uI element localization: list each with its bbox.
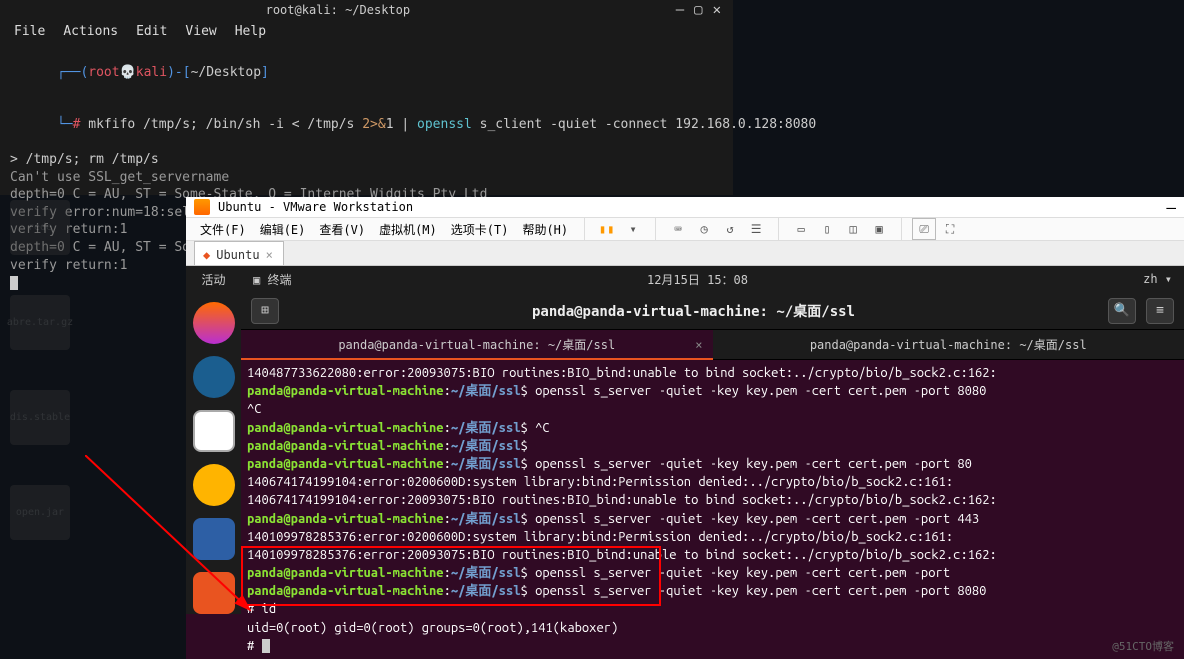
gnome-terminal-header: ⊞ panda@panda-virtual-machine: ~/桌面/ssl …	[241, 292, 1184, 330]
search-icon[interactable]: 🔍	[1108, 298, 1136, 324]
pause-icon[interactable]: ▮▮	[595, 218, 619, 240]
menu-file[interactable]: 文件(F)	[194, 221, 252, 238]
clock[interactable]: 12月15日 15：08	[303, 271, 1092, 288]
kali-output: Can't use SSL_get_servername	[10, 169, 723, 187]
lang-indicator[interactable]: zh ▾	[1092, 272, 1172, 286]
layout2-icon[interactable]: ▯	[815, 218, 839, 240]
layout3-icon[interactable]: ◫	[841, 218, 865, 240]
menu-tabs[interactable]: 选项卡(T)	[445, 221, 515, 238]
vmware-logo-icon	[194, 199, 210, 215]
minimize-icon[interactable]: —	[676, 2, 684, 18]
ubuntu-launcher	[186, 292, 241, 614]
thunderbird-icon[interactable]	[193, 356, 235, 398]
layout1-icon[interactable]: ▭	[789, 218, 813, 240]
send-key-icon[interactable]: ⌨	[666, 218, 690, 240]
terminal-tab-1[interactable]: panda@panda-virtual-machine: ~/桌面/ssl ×	[241, 330, 713, 359]
tab-close-icon[interactable]: ×	[266, 248, 273, 262]
desktop-icon[interactable]: abre.tar.gz	[10, 295, 70, 350]
manage-icon[interactable]: ☰	[744, 218, 768, 240]
writer-icon[interactable]	[193, 518, 235, 560]
fullscreen-icon[interactable]: ⛶	[938, 218, 962, 240]
kali-window-title: root@kali: ~/Desktop	[0, 3, 676, 17]
gnome-terminal-content[interactable]: 140487733622080:error:20093075:BIO routi…	[241, 360, 1184, 659]
gnome-terminal-tabs: panda@panda-virtual-machine: ~/桌面/ssl × …	[241, 330, 1184, 360]
vmware-tab-ubuntu[interactable]: ◆ Ubuntu ×	[194, 241, 284, 265]
menu-help[interactable]: 帮助(H)	[516, 221, 574, 238]
software-icon[interactable]	[193, 572, 235, 614]
layout4-icon[interactable]: ▣	[867, 218, 891, 240]
rhythmbox-icon[interactable]	[193, 464, 235, 506]
hamburger-icon[interactable]: ≡	[1146, 298, 1174, 324]
menu-edit[interactable]: 编辑(E)	[254, 221, 312, 238]
revert-icon[interactable]: ↺	[718, 218, 742, 240]
minimize-icon[interactable]: —	[1166, 198, 1176, 217]
watermark: @51CTO博客	[1112, 638, 1174, 654]
vmware-title: Ubuntu - VMware Workstation	[218, 200, 413, 214]
activities-button[interactable]: 活动	[186, 266, 241, 292]
ubuntu-screen: 活动 ▣ 终端 12月15日 15：08 zh ▾ ⊞ panda@panda-…	[186, 266, 1184, 659]
vmware-titlebar[interactable]: Ubuntu - VMware Workstation —	[186, 197, 1184, 218]
terminal-title: panda@panda-virtual-machine: ~/桌面/ssl	[289, 301, 1098, 321]
desktop-icon[interactable]: rede	[10, 200, 70, 255]
files-icon[interactable]	[193, 410, 235, 452]
maximize-icon[interactable]: ▢	[694, 2, 702, 18]
kali-titlebar[interactable]: root@kali: ~/Desktop — ▢ ✕	[0, 0, 733, 20]
console-icon[interactable]: ⎚	[912, 218, 936, 240]
terminal-app-label[interactable]: 终端	[267, 273, 291, 287]
tab-close-icon[interactable]: ×	[695, 338, 702, 352]
close-icon[interactable]: ✕	[713, 2, 721, 18]
new-tab-button[interactable]: ⊞	[251, 298, 279, 324]
vmware-tabbar: ◆ Ubuntu ×	[186, 241, 1184, 266]
vmware-window: Ubuntu - VMware Workstation — 文件(F) 编辑(E…	[186, 197, 1184, 659]
menu-file[interactable]: File	[14, 24, 45, 39]
vmware-menubar: 文件(F) 编辑(E) 查看(V) 虚拟机(M) 选项卡(T) 帮助(H) ▮▮…	[186, 218, 1184, 241]
desktop-icon[interactable]: open.jar	[10, 485, 70, 540]
ubuntu-topbar: ▣ 终端 12月15日 15：08 zh ▾	[241, 266, 1184, 292]
menu-help[interactable]: Help	[235, 24, 266, 39]
firefox-icon[interactable]	[193, 302, 235, 344]
snapshot-icon[interactable]: ◷	[692, 218, 716, 240]
terminal-tab-2[interactable]: panda@panda-virtual-machine: ~/桌面/ssl	[713, 330, 1184, 359]
desktop-icon[interactable]: dis.stable	[10, 390, 70, 445]
kali-terminal-window: root@kali: ~/Desktop — ▢ ✕ File Actions …	[0, 0, 733, 195]
menu-vm[interactable]: 虚拟机(M)	[373, 221, 443, 238]
kali-menubar: File Actions Edit View Help	[0, 20, 733, 42]
menu-view[interactable]: 查看(V)	[313, 221, 371, 238]
menu-view[interactable]: View	[185, 24, 216, 39]
menu-edit[interactable]: Edit	[136, 24, 167, 39]
dropdown-icon[interactable]: ▾	[621, 218, 645, 240]
menu-actions[interactable]: Actions	[63, 24, 118, 39]
desktop-icons: rede abre.tar.gz dis.stable open.jar	[10, 200, 70, 540]
